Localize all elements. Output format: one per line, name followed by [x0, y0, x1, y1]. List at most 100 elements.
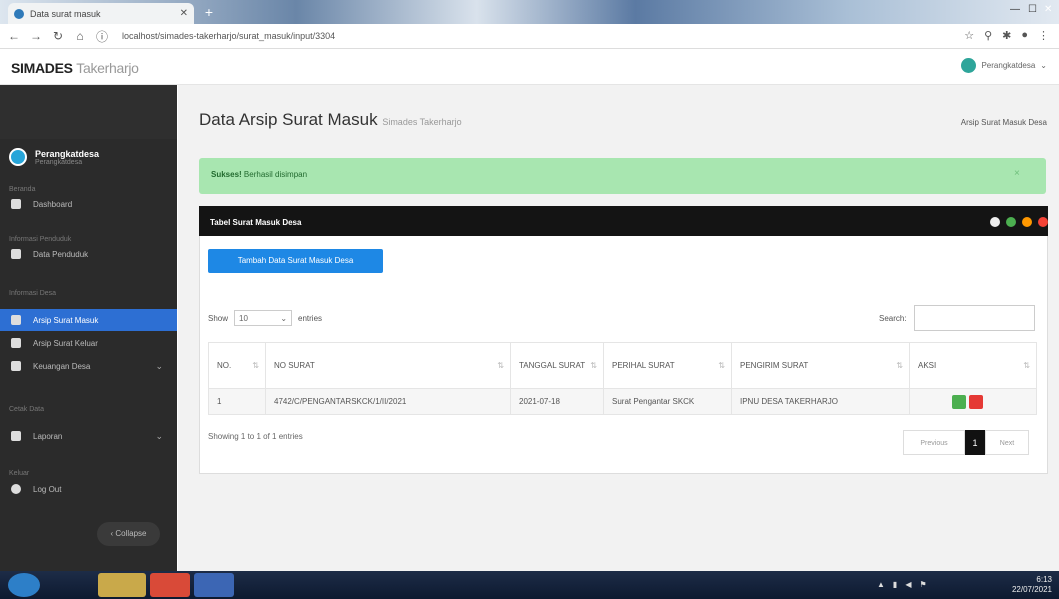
- column-header-label: PERIHAL SURAT: [612, 361, 675, 370]
- taskbar-chrome-icon[interactable]: [150, 573, 190, 597]
- entries-length-control: Show 10 ⌄ entries: [208, 310, 322, 326]
- dashboard-icon: [11, 199, 21, 209]
- sidebar-item-dashboard[interactable]: Dashboard: [0, 193, 177, 215]
- sidebar-item-label: Arsip Surat Masuk: [33, 315, 99, 325]
- column-header-label: PENGIRIM SURAT: [740, 361, 809, 370]
- system-tray: ▲ ▮ ◀ ⚑: [877, 580, 927, 589]
- home-icon[interactable]: ⌂: [74, 29, 86, 43]
- url-field[interactable]: localhost/simades-takerharjo/surat_masuk…: [122, 31, 335, 41]
- folder-icon: [11, 315, 21, 325]
- new-tab-button[interactable]: +: [200, 4, 218, 20]
- delete-button[interactable]: [969, 394, 983, 409]
- brand-village: Takerharjo: [76, 60, 139, 76]
- search-icon[interactable]: ⚲: [984, 29, 992, 42]
- sidebar-header: Beranda: [9, 186, 36, 193]
- page-subtitle: Simades Takerharjo: [382, 117, 462, 127]
- logout-icon: [11, 484, 21, 494]
- browser-tab[interactable]: Data surat masuk ✕: [8, 3, 194, 24]
- pagination-previous[interactable]: Previous: [903, 430, 965, 455]
- entries-label: entries: [298, 313, 323, 323]
- taskbar-clock[interactable]: 6:13 22/07/2021: [1012, 575, 1052, 595]
- flag-icon[interactable]: ⚑: [919, 580, 926, 589]
- chevron-down-icon: ⌄: [155, 360, 163, 371]
- menu-icon[interactable]: ⋮: [1038, 29, 1049, 42]
- sidebar-header: Informasi Penduduk: [9, 236, 72, 243]
- close-window-icon[interactable]: ✕: [1044, 4, 1052, 15]
- sidebar-user: Perangkatdesa Perangkatdesa: [9, 148, 99, 166]
- entries-value: 10: [239, 313, 248, 323]
- sidebar-item-label: Dashboard: [33, 199, 73, 209]
- cell-perihal: Surat Pengantar SKCK: [603, 388, 732, 415]
- sidebar-item-arsip-surat-masuk[interactable]: Arsip Surat Masuk: [0, 309, 177, 331]
- star-icon[interactable]: ☆: [964, 29, 974, 42]
- back-icon[interactable]: ←: [8, 29, 20, 43]
- alert-close-icon[interactable]: ×: [1014, 168, 1020, 179]
- alert-message: Sukses! Berhasil disimpan: [211, 170, 307, 179]
- panel-refresh-icon[interactable]: [990, 217, 1000, 227]
- user-menu[interactable]: Perangkatdesa ⌄: [961, 58, 1047, 73]
- sort-icon: ⇅: [718, 361, 725, 370]
- column-header-no[interactable]: NO. ⇅: [208, 342, 266, 389]
- sidebar-header: Cetak Data: [9, 406, 45, 413]
- printer-icon: [11, 431, 21, 441]
- cell-no-surat: 4742/C/PENGANTARSKCK/1/II/2021: [265, 388, 511, 415]
- sidebar-avatar: [9, 148, 27, 166]
- chevron-down-icon: ⌄: [280, 313, 288, 323]
- forward-icon[interactable]: →: [30, 29, 42, 43]
- sidebar-item-data-penduduk[interactable]: Data Penduduk: [0, 243, 177, 265]
- reload-icon[interactable]: ↻: [52, 29, 64, 43]
- alert-strong: Sukses!: [211, 170, 242, 179]
- sidebar-user-name: Perangkatdesa: [35, 148, 100, 159]
- panel-minimize-icon[interactable]: [1022, 217, 1032, 227]
- sort-icon: ⇅: [252, 361, 259, 370]
- panel-close-icon[interactable]: [1038, 217, 1048, 227]
- network-icon[interactable]: ▮: [893, 580, 897, 589]
- sidebar-item-arsip-surat-keluar[interactable]: Arsip Surat Keluar: [0, 332, 177, 354]
- column-header-pengirim-surat[interactable]: PENGIRIM SURAT ⇅: [731, 342, 910, 389]
- sidebar-item-laporan[interactable]: Laporan ⌄: [0, 425, 177, 447]
- sort-icon: ⇅: [497, 361, 504, 370]
- edit-button[interactable]: [952, 394, 966, 409]
- tray-expand-icon[interactable]: ▲: [877, 580, 885, 589]
- panel-title: Tabel Surat Masuk Desa: [210, 218, 302, 227]
- profile-icon[interactable]: ●: [1021, 29, 1028, 42]
- volume-icon[interactable]: ◀: [905, 580, 911, 589]
- alert-text: Berhasil disimpan: [243, 170, 308, 179]
- add-surat-masuk-button[interactable]: Tambah Data Surat Masuk Desa: [208, 249, 383, 273]
- brand-logo[interactable]: SIMADES Takerharjo: [11, 60, 139, 76]
- sidebar-header: Keluar: [9, 470, 30, 477]
- taskbar-explorer-icon[interactable]: [98, 573, 146, 597]
- search-label: Search:: [879, 314, 907, 323]
- table-header-row: NO. ⇅ NO SURAT ⇅ TANGGAL SURAT ⇅ PERIHAL SU…: [208, 342, 1037, 389]
- sidebar-item-keuangan-desa[interactable]: Keuangan Desa ⌄: [0, 355, 177, 377]
- tab-close-icon[interactable]: ✕: [180, 8, 188, 19]
- user-avatar: [961, 58, 977, 73]
- search-input[interactable]: [914, 305, 1035, 331]
- info-icon[interactable]: ⓘ: [96, 28, 108, 45]
- minimize-icon[interactable]: —: [1010, 4, 1020, 15]
- entries-select[interactable]: 10 ⌄: [234, 310, 293, 326]
- sort-icon: ⇅: [590, 361, 597, 370]
- pagination-next[interactable]: Next: [985, 430, 1029, 455]
- maximize-icon[interactable]: ☐: [1028, 4, 1037, 15]
- chevron-down-icon: ⌄: [1040, 61, 1047, 70]
- taskbar-word-icon[interactable]: [194, 573, 234, 597]
- collapse-button[interactable]: ‹ Collapse: [97, 522, 160, 546]
- chevron-down-icon: ⌄: [155, 430, 163, 441]
- start-button[interactable]: [8, 573, 40, 597]
- column-header-aksi[interactable]: AKSI ⇅: [909, 342, 1037, 389]
- table-row: 1 4742/C/PENGANTARSKCK/1/II/2021 2021-07…: [208, 388, 1037, 415]
- panel-expand-icon[interactable]: [1006, 217, 1016, 227]
- pagination-page-1[interactable]: 1: [965, 430, 985, 455]
- extension-icon[interactable]: ✱: [1002, 29, 1011, 42]
- column-header-label: AKSI: [918, 361, 937, 370]
- sort-icon: ⇅: [1023, 361, 1030, 370]
- breadcrumb[interactable]: Arsip Surat Masuk Desa: [961, 118, 1047, 127]
- column-header-no-surat[interactable]: NO SURAT ⇅: [265, 342, 511, 389]
- column-header-perihal-surat[interactable]: PERIHAL SURAT ⇅: [603, 342, 732, 389]
- sidebar-item-logout[interactable]: Log Out: [0, 478, 177, 500]
- column-header-tanggal-surat[interactable]: TANGGAL SURAT ⇅: [510, 342, 604, 389]
- sidebar-item-label: Log Out: [33, 484, 62, 494]
- user-name: Perangkatdesa: [981, 61, 1036, 70]
- sidebar-header: Informasi Desa: [9, 290, 57, 297]
